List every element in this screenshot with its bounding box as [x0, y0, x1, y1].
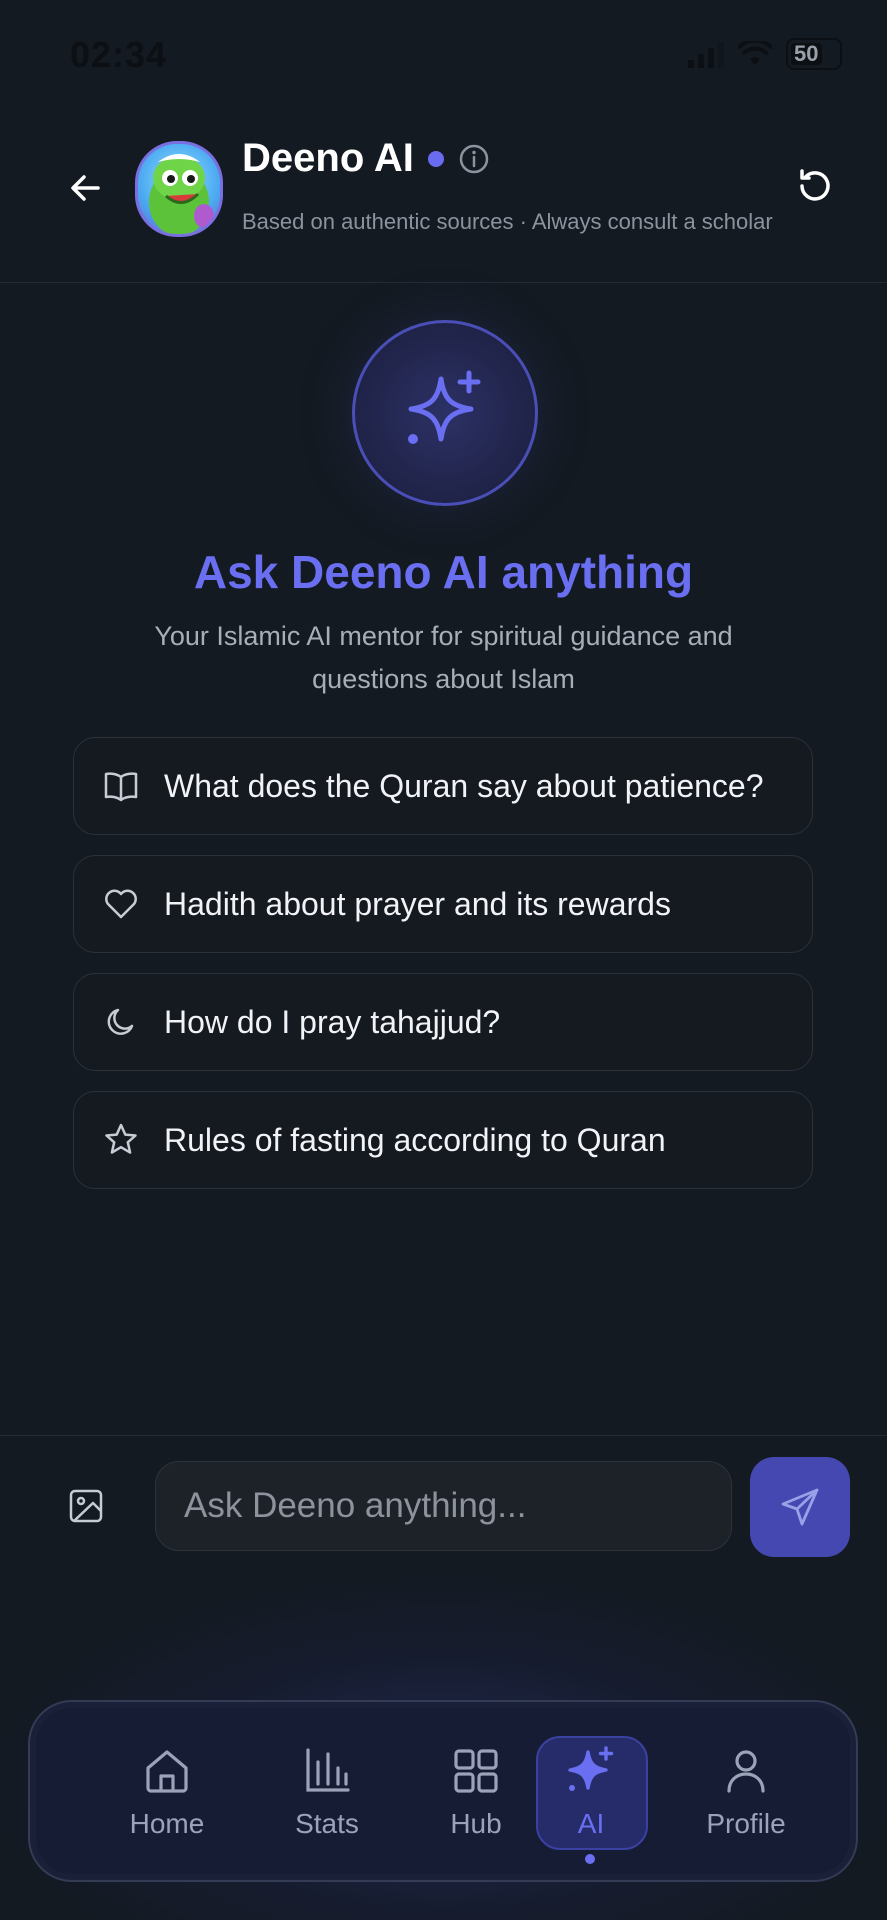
header-subtitle: Based on authentic sources · Always cons… [242, 209, 773, 234]
info-icon[interactable] [458, 143, 490, 175]
dino-mascot-icon [149, 154, 214, 234]
suggestion-fasting-rules[interactable]: Rules of fasting according to Quran [73, 1091, 813, 1189]
hero-subtitle: Your Islamic AI mentor for spiritual gui… [154, 621, 733, 694]
bottom-nav: Home Stats Hub AI Profile [28, 1700, 858, 1882]
user-icon [727, 1750, 765, 1793]
status-time: 02:34 [70, 34, 168, 75]
battery-level: 50 [794, 41, 819, 66]
status-icons: 50 [688, 38, 842, 70]
moon-icon [107, 1008, 134, 1035]
nav-label: Stats [295, 1808, 359, 1839]
status-bar: 02:34 50 [0, 0, 887, 110]
sparkles-icon [568, 1746, 614, 1791]
wifi-icon [738, 41, 772, 65]
nav-item-ai[interactable]: AI [526, 1702, 656, 1884]
send-button[interactable] [750, 1457, 850, 1557]
nav-item-home[interactable]: Home [102, 1702, 232, 1884]
header-title-row: Deeno AI [242, 136, 490, 181]
battery-icon: 50 [786, 38, 842, 70]
nav-label: AI [577, 1808, 605, 1839]
suggestion-text: Rules of fasting according to Quran [164, 1121, 666, 1158]
send-icon [781, 1488, 819, 1526]
grid-icon [454, 1749, 498, 1793]
suggestion-hadith-prayer[interactable]: Hadith about prayer and its rewards [73, 855, 813, 953]
nav-label: Profile [706, 1808, 786, 1839]
suggestion-text: How do I pray tahajjud? [164, 1003, 501, 1040]
suggestion-quran-patience[interactable]: What does the Quran say about patience? [73, 737, 813, 835]
image-upload-icon[interactable] [66, 1486, 106, 1526]
nav-label: Hub [450, 1808, 502, 1839]
suggestion-tahajjud[interactable]: How do I pray tahajjud? [73, 973, 813, 1071]
avatar [135, 141, 223, 237]
online-status-dot [427, 150, 444, 167]
header-title: Deeno AI [242, 136, 414, 180]
hero-sparkles-badge [352, 320, 538, 506]
nav-item-stats[interactable]: Stats [262, 1702, 392, 1884]
chat-header: Deeno AI Based on authentic sources · Al… [0, 110, 887, 283]
suggestion-text: What does the Quran say about patience? [164, 767, 764, 804]
cellular-signal-icon [688, 40, 724, 68]
nav-label: Home [129, 1808, 205, 1839]
heart-icon [105, 889, 137, 919]
nav-item-profile[interactable]: Profile [681, 1702, 811, 1884]
sparkles-icon [408, 370, 481, 444]
home-icon [146, 1750, 188, 1793]
back-arrow-icon[interactable] [64, 166, 108, 210]
refresh-icon[interactable] [793, 164, 837, 208]
bar-chart-icon [306, 1748, 350, 1792]
suggestion-text: Hadith about prayer and its rewards [164, 885, 671, 922]
hero-title: Ask Deeno AI anything [193, 546, 694, 598]
nav-item-hub[interactable]: Hub [411, 1702, 541, 1884]
message-input[interactable] [155, 1461, 732, 1551]
star-icon [105, 1123, 137, 1154]
book-open-icon [104, 772, 138, 802]
